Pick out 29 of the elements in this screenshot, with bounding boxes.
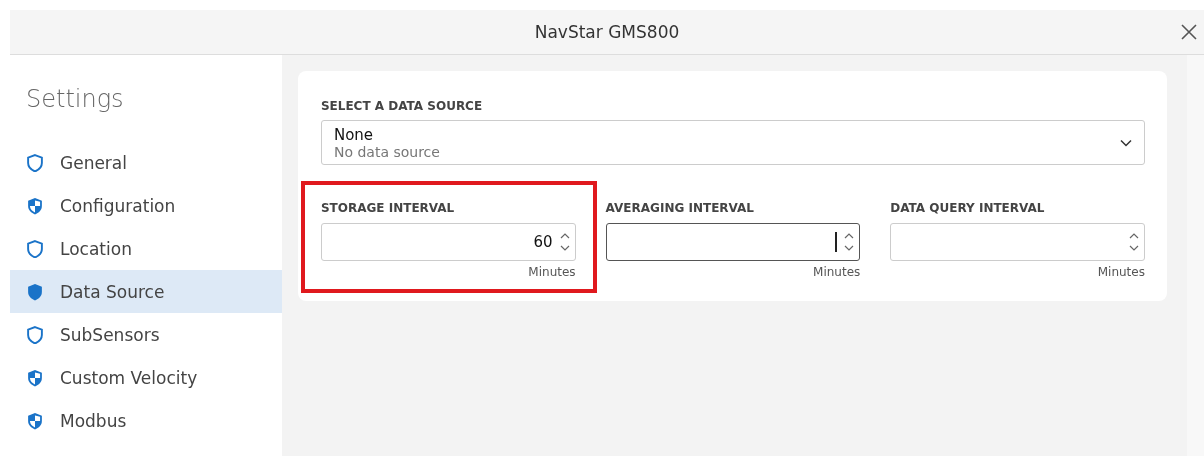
chevron-down-icon <box>1119 138 1132 147</box>
number-field[interactable]: 60 <box>320 223 576 261</box>
sidebar-title: Settings <box>26 85 124 113</box>
sidebar-item[interactable]: SubSensors <box>10 313 282 356</box>
scrollbar-track[interactable] <box>1186 55 1204 456</box>
close-icon[interactable] <box>1180 23 1198 41</box>
sidebar-item[interactable]: General <box>10 141 282 184</box>
sidebar-item[interactable]: Configuration <box>10 184 282 227</box>
sidebar-item[interactable]: Data Source <box>10 270 282 313</box>
field-label: SELECT A DATA SOURCE <box>320 99 483 113</box>
sidebar-item[interactable]: Location <box>10 227 282 270</box>
unit-label: Minutes <box>813 265 861 279</box>
unit-label: Minutes <box>528 265 576 279</box>
shield-icon <box>26 239 44 258</box>
field-label: AVERAGING INTERVAL <box>605 201 754 215</box>
window-title: NavStar GMS800 <box>534 22 680 42</box>
number-field[interactable] <box>605 223 861 261</box>
shield-icon <box>26 411 44 430</box>
shield-icon <box>26 325 44 344</box>
unit-label: Minutes <box>1097 265 1145 279</box>
shield-icon <box>26 368 44 387</box>
sidebar-item[interactable]: Modbus <box>10 399 282 442</box>
sidebar-item[interactable]: Custom Velocity <box>10 356 282 399</box>
shield-icon <box>26 196 44 215</box>
field-label: STORAGE INTERVAL <box>320 201 455 215</box>
data-source-dropdown[interactable]: None No data source <box>320 120 1145 165</box>
shield-icon <box>26 153 44 172</box>
shield-icon <box>26 282 44 301</box>
field-label: DATA QUERY INTERVAL <box>890 201 1045 215</box>
